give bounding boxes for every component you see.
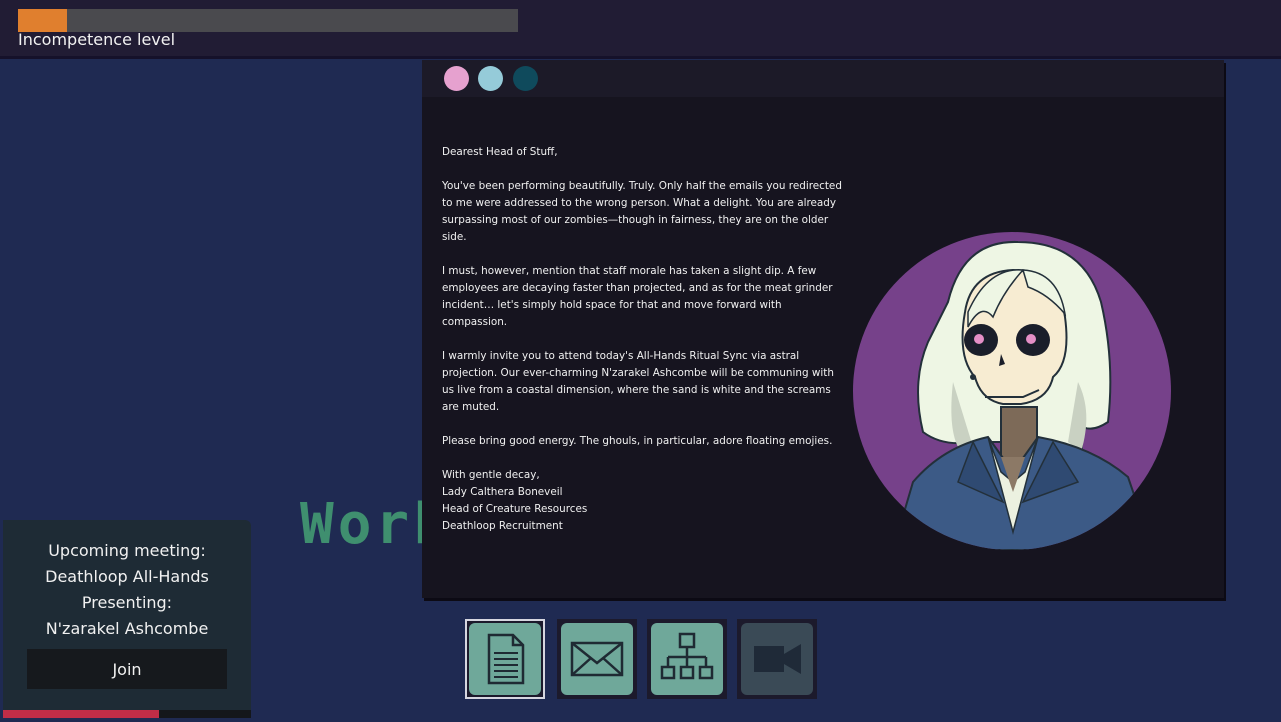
meeting-timer-bar <box>3 710 251 718</box>
letter-paragraph: You've been performing beautifully. Trul… <box>442 180 842 243</box>
org-chart-icon <box>651 623 723 695</box>
window-dot-teal[interactable] <box>513 66 538 91</box>
meeting-label: Upcoming meeting: <box>48 541 206 560</box>
presenting-label: Presenting: <box>81 593 173 612</box>
join-button[interactable]: Join <box>27 649 227 689</box>
incompetence-meter <box>18 9 518 32</box>
letter-signoff: With gentle decay, <box>442 469 540 481</box>
sender-portrait <box>853 232 1171 550</box>
window-dot-pink[interactable] <box>444 66 469 91</box>
video-camera-icon <box>741 623 813 695</box>
dock-mail-app[interactable] <box>557 619 637 699</box>
dock-org-chart-app[interactable] <box>647 619 727 699</box>
meeting-timer-fill <box>3 710 160 718</box>
dock-document-app[interactable] <box>465 619 545 699</box>
letter-paragraph: Please bring good energy. The ghouls, in… <box>442 435 833 447</box>
letter-paragraph: I must, however, mention that staff mora… <box>442 265 833 328</box>
presenter-name: N'zarakel Ashcombe <box>45 619 209 638</box>
sender-name: Lady Calthera Boneveil <box>442 486 563 498</box>
upcoming-meeting-panel: Upcoming meeting: Deathloop All-Hands Pr… <box>3 520 251 718</box>
window-dot-lightblue[interactable] <box>478 66 503 91</box>
letter-paragraph: I warmly invite you to attend today's Al… <box>442 350 834 413</box>
top-hud-bar: Incompetence level <box>0 0 1281 59</box>
document-icon <box>469 623 541 695</box>
skeleton-portrait-illustration <box>891 240 1155 550</box>
letter-body: Dearest Head of Stuff, You've been perfo… <box>442 144 842 535</box>
incompetence-label: Incompetence level <box>18 30 176 49</box>
sender-company: Deathloop Recruitment <box>442 520 563 532</box>
dock-video-call-app[interactable] <box>737 619 817 699</box>
envelope-icon <box>561 623 633 695</box>
mail-window: Dearest Head of Stuff, You've been perfo… <box>422 60 1224 598</box>
sender-title: Head of Creature Resources <box>442 503 588 515</box>
letter-greeting: Dearest Head of Stuff, <box>442 146 558 158</box>
window-title-bar[interactable] <box>422 60 1224 97</box>
incompetence-meter-fill <box>18 9 67 32</box>
meeting-title: Deathloop All-Hands <box>45 567 209 586</box>
